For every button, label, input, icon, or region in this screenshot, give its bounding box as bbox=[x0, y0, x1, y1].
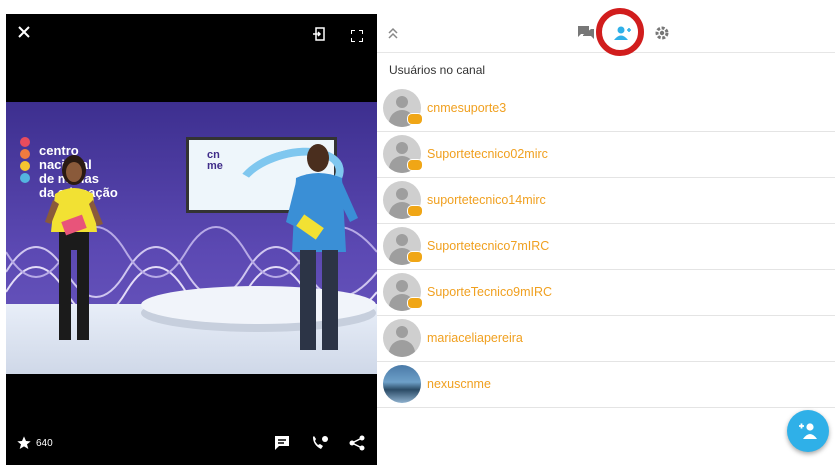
list-item[interactable]: nexuscnme bbox=[377, 362, 835, 408]
likes-count: 640 bbox=[36, 437, 53, 449]
add-user-button[interactable] bbox=[787, 410, 829, 452]
share-icon[interactable] bbox=[349, 435, 365, 455]
status-badge bbox=[407, 113, 423, 125]
list-item[interactable]: Suportetecnico02mirc bbox=[377, 132, 835, 178]
chat-icon[interactable] bbox=[274, 435, 290, 455]
user-name: SuporteTecnico9mIRC bbox=[427, 285, 553, 299]
status-badge bbox=[407, 159, 423, 171]
presenter-left bbox=[45, 155, 103, 340]
panel-toolbar bbox=[377, 8, 835, 56]
user-name: nexuscnme bbox=[427, 377, 491, 391]
user-name: Suportetecnico02mirc bbox=[427, 147, 548, 161]
settings-icon[interactable] bbox=[654, 25, 670, 46]
close-icon[interactable] bbox=[16, 24, 32, 44]
status-badge bbox=[407, 205, 423, 217]
video-controls: 640 bbox=[6, 425, 377, 465]
users-panel: Usuários no canal cnmesuporte3 Suportete… bbox=[377, 8, 835, 465]
user-name: Suportetecnico7mIRC bbox=[427, 239, 550, 253]
call-icon[interactable] bbox=[311, 435, 329, 455]
status-badge bbox=[407, 251, 423, 263]
section-title: Usuários no canal bbox=[389, 63, 486, 77]
user-name: mariaceliapereira bbox=[427, 331, 523, 345]
list-item[interactable]: cnmesuporte3 bbox=[377, 86, 835, 132]
likes-counter[interactable]: 640 bbox=[16, 435, 53, 451]
exit-icon[interactable] bbox=[312, 25, 326, 45]
list-item[interactable]: mariaceliapereira bbox=[377, 316, 835, 362]
list-item[interactable]: SuporteTecnico9mIRC bbox=[377, 270, 835, 316]
add-user-icon bbox=[799, 423, 817, 439]
star-icon bbox=[17, 436, 31, 449]
user-name: cnmesuporte3 bbox=[427, 101, 507, 115]
collapse-icon[interactable] bbox=[387, 26, 399, 45]
video-frame: centro nacional de mídias da educação cn… bbox=[6, 102, 377, 374]
status-badge bbox=[407, 297, 423, 309]
avatar bbox=[383, 365, 421, 403]
user-name: suportetecnico14mirc bbox=[427, 193, 546, 207]
user-list: cnmesuporte3 Suportetecnico02mirc suport… bbox=[377, 86, 835, 408]
fullscreen-icon[interactable] bbox=[350, 26, 364, 46]
list-item[interactable]: Suportetecnico7mIRC bbox=[377, 224, 835, 270]
list-item[interactable]: suportetecnico14mirc bbox=[377, 178, 835, 224]
video-player[interactable]: centro nacional de mídias da educação cn… bbox=[6, 14, 377, 465]
presenter-right bbox=[286, 144, 358, 350]
chat-tab-icon[interactable] bbox=[577, 25, 595, 46]
users-tab-icon[interactable] bbox=[614, 26, 632, 45]
avatar bbox=[383, 319, 421, 357]
